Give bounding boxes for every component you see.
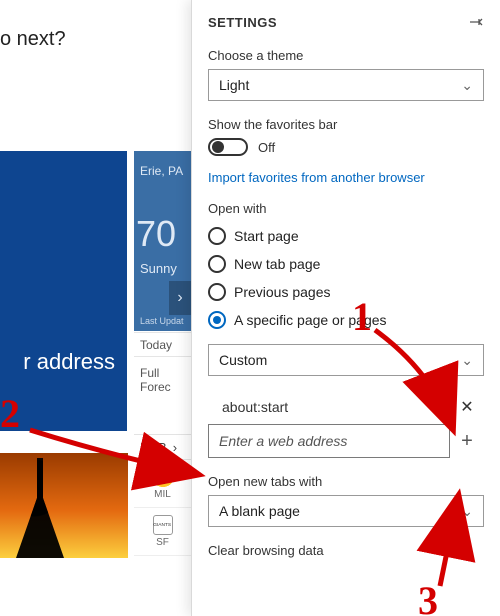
team-row[interactable]: SF [134, 508, 191, 556]
radio-previous-pages[interactable]: Previous pages [208, 278, 484, 306]
new-tabs-label: Open new tabs with [208, 474, 484, 489]
team-abbr: SF [156, 537, 169, 548]
radio-new-tab-page[interactable]: New tab page [208, 250, 484, 278]
radio-icon [208, 255, 226, 273]
weather-row-forecast[interactable]: Full Forec [134, 356, 191, 402]
weather-row-today[interactable]: Today [134, 332, 191, 356]
pin-icon[interactable] [468, 14, 484, 30]
chevron-down-icon: ⌄ [461, 503, 473, 520]
chevron-down-icon: ⌄ [461, 77, 473, 94]
news-card[interactable]: r address [0, 151, 127, 431]
chevron-down-icon: ⌄ [461, 352, 473, 369]
favorites-bar-label: Show the favorites bar [208, 117, 484, 132]
new-tabs-value: A blank page [219, 503, 300, 519]
team-row[interactable]: MIL [134, 460, 191, 508]
close-icon: ✕ [460, 397, 473, 417]
scores-header[interactable]: MLB › [134, 434, 191, 460]
radio-label: Start page [234, 228, 299, 244]
startup-page-item: about:start ✕ [208, 390, 484, 424]
radio-label: Previous pages [234, 284, 331, 300]
radio-specific-pages[interactable]: A specific page or pages [208, 306, 484, 334]
radio-icon [208, 311, 226, 329]
weather-condition: Sunny [140, 261, 177, 276]
team-abbr: MIL [154, 489, 171, 500]
image-tile[interactable] [0, 453, 128, 558]
theme-value: Light [219, 77, 249, 93]
chevron-right-icon: › [173, 440, 177, 455]
radio-icon [208, 283, 226, 301]
radio-label: A specific page or pages [234, 312, 387, 328]
new-tabs-select[interactable]: A blank page ⌄ [208, 495, 484, 527]
clear-browsing-data-label: Clear browsing data [208, 543, 484, 558]
favorites-toggle[interactable] [208, 138, 248, 156]
weather-last-updated: Last Updat [140, 316, 184, 326]
page-heading-fragment: o next? [0, 28, 66, 51]
settings-panel: SETTINGS Choose a theme Light ⌄ Show the… [191, 0, 500, 616]
address-input[interactable]: Enter a web address [208, 424, 450, 458]
settings-title: SETTINGS [208, 15, 277, 30]
news-card-text: r address [23, 349, 115, 375]
pages-mode-select[interactable]: Custom ⌄ [208, 344, 484, 376]
weather-temp: 70 [136, 213, 176, 255]
plus-icon: + [461, 430, 473, 453]
chevron-right-icon[interactable]: › [169, 281, 191, 315]
weather-location: Erie, PA [140, 164, 183, 178]
team-logo-icon [153, 467, 173, 487]
pages-mode-value: Custom [219, 352, 267, 368]
radio-icon [208, 227, 226, 245]
import-favorites-link[interactable]: Import favorites from another browser [208, 170, 484, 185]
radio-start-page[interactable]: Start page [208, 222, 484, 250]
theme-select[interactable]: Light ⌄ [208, 69, 484, 101]
add-page-button[interactable]: + [450, 424, 484, 458]
favorites-toggle-state: Off [258, 140, 275, 155]
theme-label: Choose a theme [208, 48, 484, 63]
startup-page-url: about:start [222, 399, 288, 415]
radio-label: New tab page [234, 256, 320, 272]
open-with-label: Open with [208, 201, 484, 216]
remove-page-button[interactable]: ✕ [450, 390, 484, 424]
scores-league: MLB [140, 440, 167, 455]
team-logo-icon [153, 515, 173, 535]
weather-card[interactable]: Erie, PA 70 Sunny › Last Updat [134, 151, 191, 331]
